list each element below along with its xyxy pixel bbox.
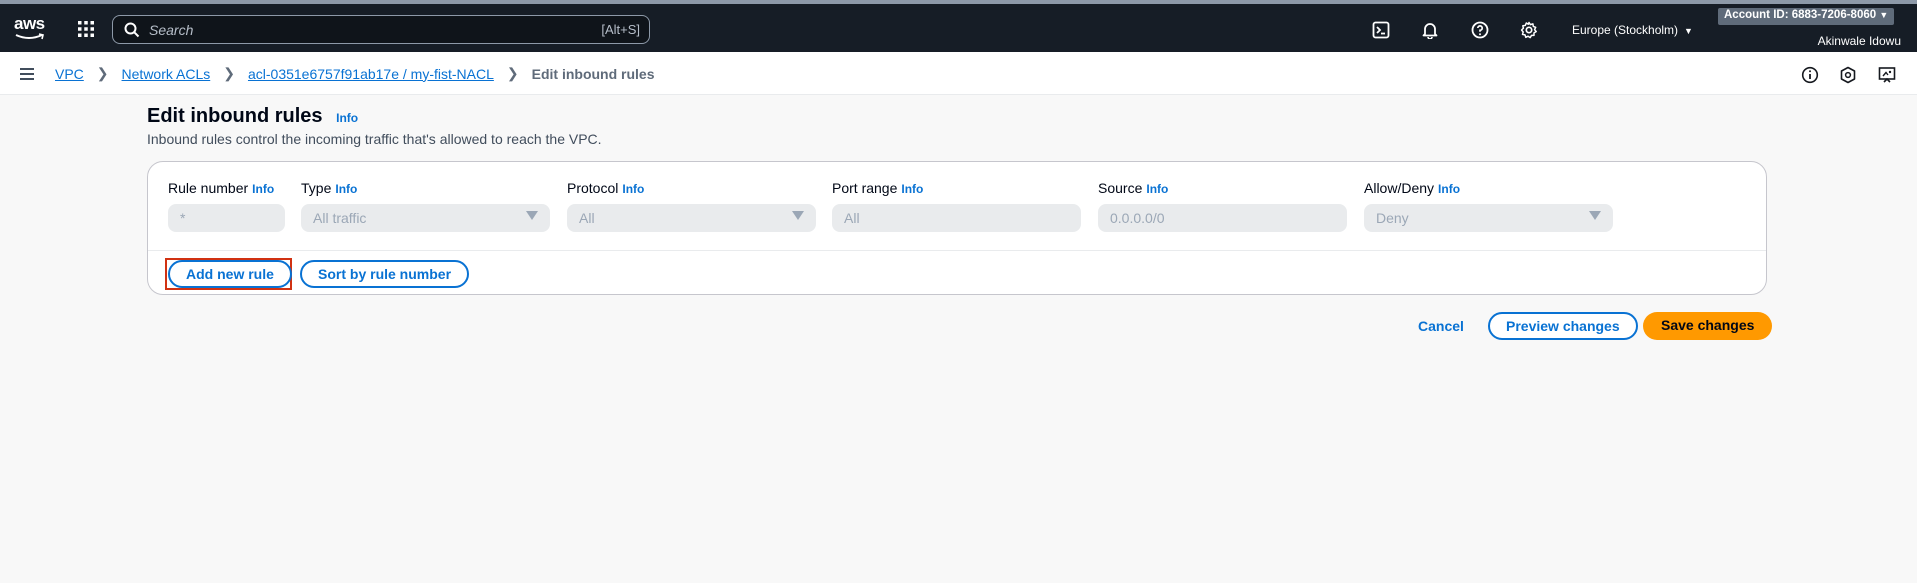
panel-divider	[148, 250, 1766, 251]
search-input[interactable]	[149, 19, 529, 40]
caret-down-icon: ▼	[1684, 26, 1693, 36]
services-grid-icon[interactable]	[76, 19, 96, 39]
page-description: Inbound rules control the incoming traff…	[147, 131, 602, 147]
search-icon	[124, 22, 140, 38]
protocol-select-value: All	[579, 210, 595, 226]
protocol-select[interactable]: All	[567, 204, 816, 232]
rule-number-column: Rule number Info *	[168, 180, 285, 232]
port-range-column: Port range Info All	[832, 180, 1081, 232]
help-icon[interactable]	[1471, 21, 1489, 39]
top-navigation: aws [Alt+S]	[0, 0, 1917, 52]
search-shortcut: [Alt+S]	[601, 22, 640, 37]
region-label: Europe (Stockholm)	[1572, 23, 1679, 37]
breadcrumb-current: Edit inbound rules	[531, 65, 655, 82]
account-id: Account ID: 6883-7206-8060	[1724, 9, 1877, 21]
breadcrumb: VPC ❯ Network ACLs ❯ acl-0351e6757f91ab1…	[55, 65, 655, 82]
type-label-text: Type	[301, 180, 332, 196]
cloudshell-icon[interactable]	[1372, 21, 1390, 39]
region-selector[interactable]: Europe (Stockholm) ▼	[1572, 23, 1693, 37]
tutorial-panel-icon[interactable]	[1878, 66, 1896, 84]
breadcrumb-bar: VPC ❯ Network ACLs ❯ acl-0351e6757f91ab1…	[0, 52, 1917, 95]
source-label: Source Info	[1098, 180, 1347, 196]
info-panel-icon[interactable]	[1801, 66, 1819, 84]
source-column: Source Info 0.0.0.0/0	[1098, 180, 1347, 232]
menu-hamburger-icon[interactable]	[19, 67, 35, 86]
allow-deny-select-value: Deny	[1376, 210, 1409, 226]
aws-logo-text: aws	[14, 14, 45, 33]
caret-down-icon: ▼	[1879, 10, 1889, 20]
rule-number-label: Rule number Info	[168, 180, 285, 196]
aws-smile-icon	[15, 33, 44, 40]
rule-number-label-text: Rule number	[168, 180, 249, 196]
add-new-rule-button[interactable]: Add new rule	[168, 260, 292, 288]
port-range-info-link[interactable]: Info	[901, 182, 923, 196]
port-range-input[interactable]: All	[832, 204, 1081, 232]
search-box[interactable]: [Alt+S]	[112, 15, 650, 44]
source-label-text: Source	[1098, 180, 1143, 196]
port-range-label-text: Port range	[832, 180, 898, 196]
page-title-row: Edit inbound rules Info	[147, 105, 358, 128]
dropdown-caret-icon	[526, 211, 538, 220]
protocol-info-link[interactable]: Info	[622, 182, 644, 196]
chevron-right-icon: ❯	[506, 65, 519, 81]
notifications-bell-icon[interactable]	[1421, 21, 1439, 40]
breadcrumb-vpc[interactable]: VPC	[55, 66, 84, 82]
page-title: Edit inbound rules	[147, 105, 323, 127]
protocol-column: Protocol Info All	[567, 180, 816, 232]
rule-number-input[interactable]: *	[168, 204, 285, 232]
preview-changes-button[interactable]: Preview changes	[1488, 312, 1638, 340]
rule-number-info-link[interactable]: Info	[252, 182, 274, 196]
security-shield-icon[interactable]	[1839, 66, 1857, 84]
dropdown-caret-icon	[1589, 211, 1601, 220]
type-select[interactable]: All traffic	[301, 204, 550, 232]
chevron-right-icon: ❯	[223, 65, 235, 81]
settings-gear-icon[interactable]	[1520, 21, 1538, 39]
allow-deny-label: Allow/Deny Info	[1364, 180, 1613, 196]
breadcrumb-acl[interactable]: acl-0351e6757f91ab17e / my-fist-NACL	[248, 66, 494, 82]
breadcrumb-network-acls[interactable]: Network ACLs	[122, 66, 211, 82]
account-id-badge[interactable]: Account ID: 6883-7206-8060 ▼	[1718, 8, 1895, 25]
aws-logo[interactable]: aws	[14, 14, 46, 42]
protocol-label: Protocol Info	[567, 180, 816, 196]
source-info-link[interactable]: Info	[1146, 182, 1168, 196]
type-label: Type Info	[301, 180, 550, 196]
source-input[interactable]: 0.0.0.0/0	[1098, 204, 1347, 232]
save-changes-button[interactable]: Save changes	[1643, 312, 1773, 340]
allow-deny-info-link[interactable]: Info	[1438, 182, 1460, 196]
dropdown-caret-icon	[792, 211, 804, 220]
title-info-link[interactable]: Info	[336, 111, 358, 125]
cancel-button[interactable]: Cancel	[1418, 318, 1464, 334]
allow-deny-label-text: Allow/Deny	[1364, 180, 1435, 196]
type-column: Type Info All traffic	[301, 180, 550, 232]
allow-deny-column: Allow/Deny Info Deny	[1364, 180, 1613, 232]
type-select-value: All traffic	[313, 210, 367, 226]
type-info-link[interactable]: Info	[335, 182, 357, 196]
sort-by-rule-number-button[interactable]: Sort by rule number	[300, 260, 470, 288]
username[interactable]: Akinwale Idowu	[1818, 34, 1901, 48]
allow-deny-select[interactable]: Deny	[1364, 204, 1613, 232]
chevron-right-icon: ❯	[96, 65, 109, 81]
protocol-label-text: Protocol	[567, 180, 619, 196]
port-range-label: Port range Info	[832, 180, 1081, 196]
